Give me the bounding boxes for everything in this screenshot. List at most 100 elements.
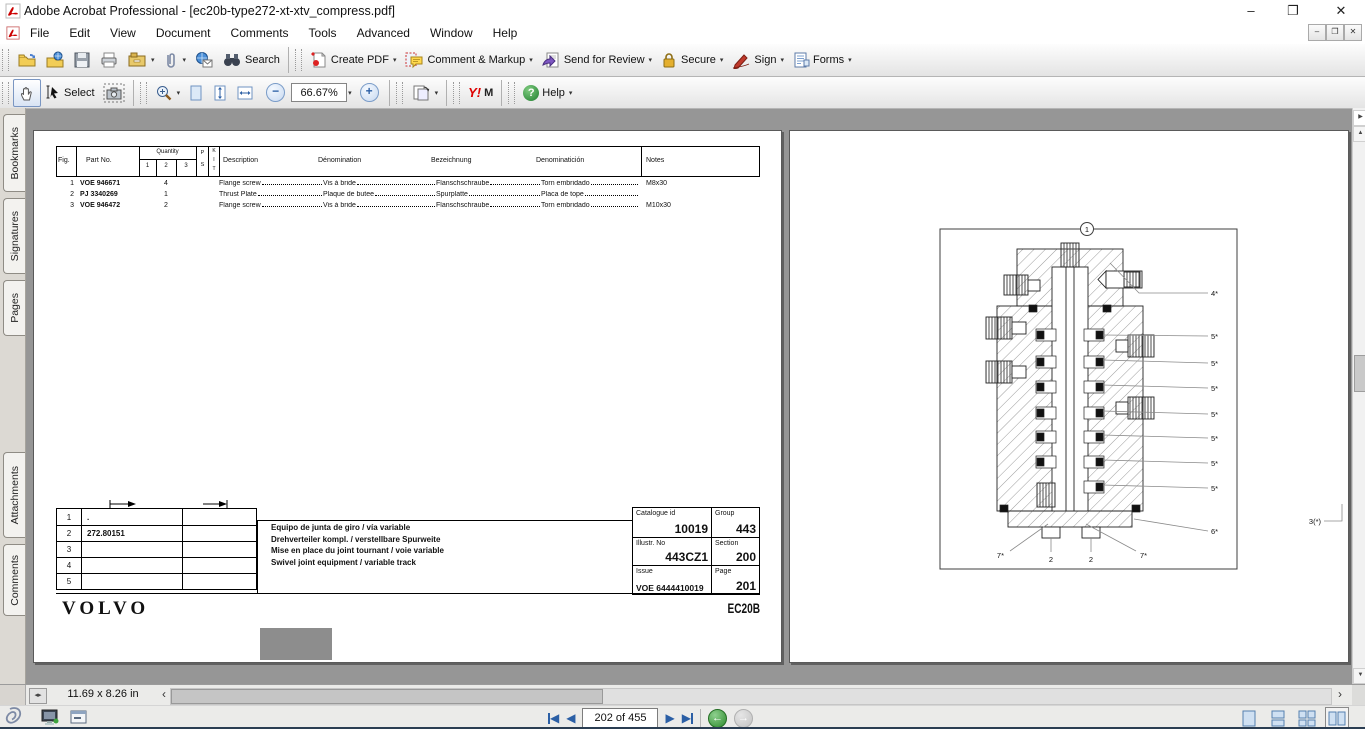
facing-pages-button[interactable] <box>1325 707 1349 729</box>
window-mode-icon[interactable] <box>70 710 88 725</box>
description: Flange screw <box>219 202 261 209</box>
menu-file[interactable]: File <box>20 23 59 44</box>
toolbar-separator <box>133 80 134 106</box>
page-number-input[interactable]: 202 of 455 <box>582 708 658 728</box>
hand-tool-button[interactable] <box>13 79 41 107</box>
callout-5: 5* <box>1211 359 1218 368</box>
notes: M8x30 <box>646 180 667 187</box>
last-page-button[interactable]: ▶ <box>682 709 693 727</box>
yim-button[interactable]: Y!M <box>464 80 497 106</box>
tab-bookmarks-label: Bookmarks <box>9 127 21 180</box>
description: Thrust Plate <box>219 191 257 198</box>
menu-comments[interactable]: Comments <box>221 23 299 44</box>
send-for-review-button[interactable]: Send for Review▾ <box>537 47 656 73</box>
toolbar-grip[interactable] <box>140 82 147 104</box>
help-button[interactable]: ?Help▾ <box>519 80 576 106</box>
forms-button[interactable]: Forms▾ <box>788 47 856 73</box>
scroll-left-icon[interactable]: ‹ <box>158 687 170 703</box>
zoom-out-button[interactable]: − <box>266 83 285 102</box>
toolbar-grip[interactable] <box>453 82 460 104</box>
horizontal-scrollbar[interactable] <box>170 688 1332 705</box>
scroll-down-icon[interactable]: ▼ <box>1353 668 1365 684</box>
single-page-button[interactable] <box>1238 708 1260 728</box>
pen-icon <box>731 51 751 69</box>
tab-attachments[interactable]: Attachments <box>3 452 25 538</box>
toolbar-grip[interactable] <box>508 82 515 104</box>
open-web-button[interactable] <box>41 47 69 73</box>
page-layout-controls <box>1238 707 1349 729</box>
open-button[interactable] <box>13 47 41 73</box>
snapshot-tool-button[interactable] <box>99 80 129 106</box>
page-display-button[interactable]: ▾ <box>407 80 443 106</box>
toolbar-overflow-icon[interactable]: ▶ <box>1353 110 1365 126</box>
menu-advanced[interactable]: Advanced <box>347 23 420 44</box>
save-button[interactable] <box>69 47 95 73</box>
help-label: Help <box>542 87 565 99</box>
toolbar-grip[interactable] <box>2 82 9 104</box>
print-button[interactable] <box>95 47 123 73</box>
menu-view[interactable]: View <box>100 23 146 44</box>
bezeichnung: Spurplatte <box>436 191 468 198</box>
create-pdf-button[interactable]: Create PDF▾ <box>306 47 401 73</box>
scroll-up-icon[interactable]: ▲ <box>1353 126 1365 142</box>
zoom-tool-button[interactable]: ▾ <box>151 80 185 106</box>
toolbar-grip[interactable] <box>295 49 302 71</box>
continuous-facing-button[interactable] <box>1296 708 1318 728</box>
tab-pages[interactable]: Pages <box>3 280 25 336</box>
previous-page-icon[interactable]: ◀ <box>566 709 575 727</box>
toolbar-grip[interactable] <box>396 82 403 104</box>
fit-page-button[interactable] <box>184 80 208 106</box>
menu-window[interactable]: Window <box>420 23 483 44</box>
menu-help[interactable]: Help <box>483 23 528 44</box>
fit-width-icon <box>236 84 254 102</box>
select-cursor-icon <box>45 84 61 102</box>
attach-button[interactable]: ▾ <box>159 47 191 73</box>
tab-signatures[interactable]: Signatures <box>3 198 25 274</box>
first-page-button[interactable]: ◀ <box>548 709 559 727</box>
callout-7-right: 7* <box>1140 551 1147 560</box>
tab-bookmarks[interactable]: Bookmarks <box>3 114 25 192</box>
menu-document[interactable]: Document <box>146 23 221 44</box>
email-button[interactable] <box>190 47 218 73</box>
organizer-button[interactable]: ▾ <box>123 47 159 73</box>
doc-restore-button[interactable]: ❐ <box>1326 24 1344 41</box>
minimize-button[interactable]: – <box>1236 1 1266 21</box>
vertical-scrollbar[interactable]: ▶ ▲ ▼ <box>1352 108 1365 684</box>
fit-page-icon <box>188 84 204 102</box>
search-button[interactable]: Search <box>218 47 284 73</box>
scroll-right-icon[interactable]: › <box>1334 687 1346 703</box>
next-page-icon[interactable]: ▶ <box>665 709 674 727</box>
menu-edit[interactable]: Edit <box>59 23 100 44</box>
monitor-icon[interactable] <box>40 709 60 726</box>
parts-table-header: Fig. Part No. Quantity 1 2 3 P S K I T D… <box>56 146 760 177</box>
next-view-button[interactable]: → <box>734 709 753 728</box>
secure-button[interactable]: Secure▾ <box>656 47 727 73</box>
horizontal-scroll-thumb[interactable] <box>171 689 603 704</box>
select-tool-button[interactable]: Select <box>41 80 99 106</box>
title-en: Swivel joint equipment / variable track <box>271 557 444 569</box>
sign-button[interactable]: Sign▾ <box>727 47 788 73</box>
denominaticion: Placa de tope <box>541 191 584 198</box>
fit-height-button[interactable] <box>208 80 232 106</box>
toolbar-separator <box>389 80 390 106</box>
continuous-page-button[interactable] <box>1267 708 1289 728</box>
zoom-level-input[interactable]: 66.67% <box>291 83 347 102</box>
panel-splitter-icon[interactable]: ◂▸ <box>29 688 47 704</box>
comment-markup-button[interactable]: Comment & Markup▾ <box>400 47 536 73</box>
tab-comments[interactable]: Comments <box>3 544 25 616</box>
file-toolbar: ▾ ▾ Search Create PDF▾ Comment & Markup▾… <box>0 44 1365 77</box>
restore-button[interactable]: ❐ <box>1278 1 1308 21</box>
doc-minimize-button[interactable]: – <box>1308 24 1326 41</box>
doc-close-button[interactable]: ✕ <box>1344 24 1362 41</box>
attachments-paperclip-icon[interactable] <box>3 706 27 728</box>
page-display-icon <box>411 84 431 102</box>
menu-tools[interactable]: Tools <box>299 23 347 44</box>
zoom-in-button[interactable]: + <box>360 83 379 102</box>
fit-width-button[interactable] <box>232 80 258 106</box>
toolbar-grip[interactable] <box>2 49 9 71</box>
callout-3: 3(*) <box>1309 517 1322 526</box>
vertical-scroll-thumb[interactable] <box>1354 355 1365 392</box>
denominaticion: Torn embridado <box>541 180 590 187</box>
previous-view-button[interactable]: ← <box>708 709 727 728</box>
close-button[interactable]: ✕ <box>1326 1 1356 21</box>
